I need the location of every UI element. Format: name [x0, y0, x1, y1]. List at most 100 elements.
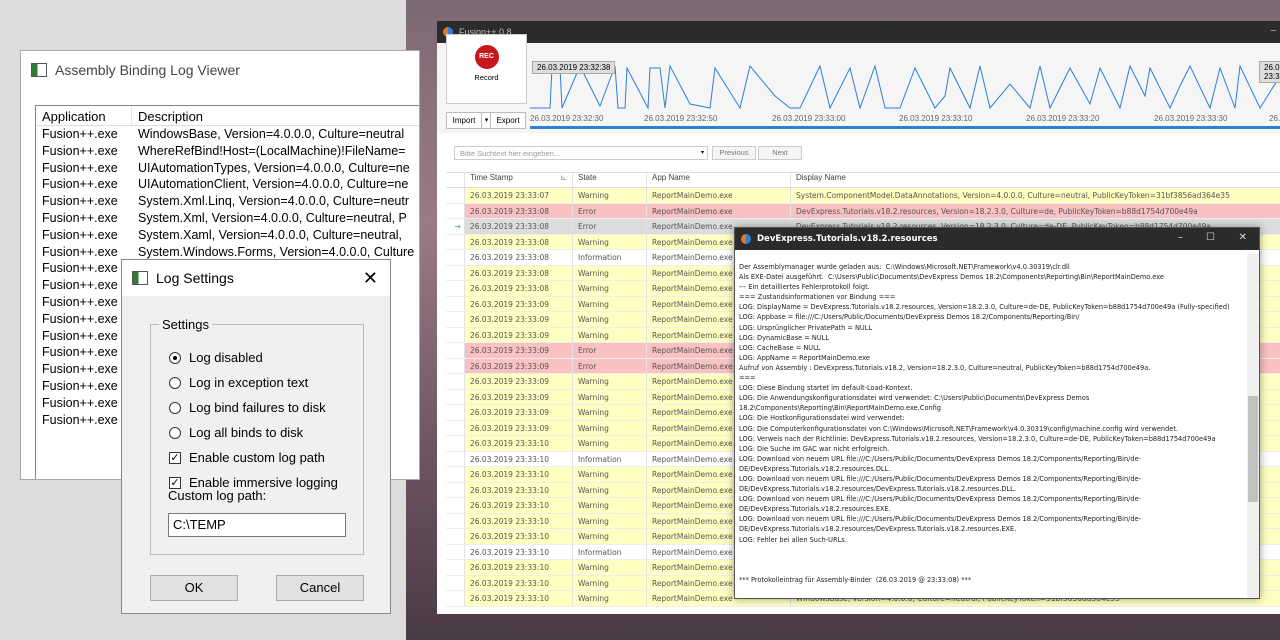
table-row[interactable]: 26.03.2019 23:33:07 Warning ReportMainDemo… [446, 188, 1280, 204]
timestamp-cell: 26.03.2019 23:33:10 [465, 591, 573, 606]
row-indicator [446, 312, 465, 327]
state-cell: Warning [573, 513, 647, 528]
table-row[interactable]: Fusion++.exe System.Xml, Version=4.0.0.0,… [36, 210, 419, 227]
row-indicator [446, 343, 465, 358]
table-row[interactable]: Fusion++.exe System.Xml.Linq, Version=4.0… [36, 193, 419, 210]
title-bar[interactable]: Log Settings [122, 260, 390, 296]
log-all-binds-radio[interactable]: Log all binds to disk [169, 425, 303, 440]
description-cell: System.Xml, Version=4.0.0.0, Culture=neu… [138, 210, 407, 225]
record-label: Record [474, 73, 499, 82]
current-row-arrow-icon: → [446, 219, 465, 234]
state-cell: Warning [573, 374, 647, 389]
detail-log-text[interactable]: Der Assemblymanager wurde geladen aus: C… [739, 262, 1237, 592]
timeline-chart[interactable] [530, 56, 1280, 122]
timeline-tick: 26. [1269, 114, 1280, 123]
title-bar[interactable]: Fusion++ 0.8– [437, 21, 1280, 43]
state-cell: Warning [573, 265, 647, 280]
timestamp-cell: 26.03.2019 23:33:09 [465, 358, 573, 373]
table-row[interactable]: Fusion++.exe WindowsBase, Version=4.0.0.0… [36, 126, 419, 143]
checkmark-icon: ✓ [169, 476, 181, 489]
app-cell: Fusion++.exe [42, 177, 118, 192]
table-row[interactable]: Fusion++.exe WhereRefBind!Host=(LocalMach… [36, 143, 419, 160]
row-indicator [446, 405, 465, 420]
import-label: Import [452, 116, 476, 125]
timeline-tick: 26.03.2019 23:32:50 [644, 114, 718, 123]
column-header-state[interactable]: State [573, 173, 647, 187]
display-name-cell: DevExpress.Tutorials.v18.2.resources, Ve… [791, 203, 1280, 218]
detail-title: DevExpress.Tutorials.v18.2.resources [757, 234, 938, 244]
scrollbar-thumb[interactable] [1248, 396, 1258, 502]
next-button[interactable]: Next [758, 146, 802, 160]
search-dropdown-icon[interactable]: ▾ [697, 146, 708, 160]
row-indicator [446, 451, 465, 466]
export-button[interactable]: Export [490, 112, 526, 129]
log-bind-failures-radio[interactable]: Log bind failures to disk [169, 400, 326, 415]
app-cell: Fusion++.exe [42, 362, 118, 377]
timestamp-cell: 26.03.2019 23:33:10 [465, 436, 573, 451]
maximize-icon[interactable]: ☐ [1206, 232, 1215, 243]
row-indicator [446, 529, 465, 544]
timestamp-cell: 26.03.2019 23:33:10 [465, 451, 573, 466]
close-icon[interactable]: ✕ [363, 268, 378, 289]
timestamp-cell: 26.03.2019 23:33:10 [465, 498, 573, 513]
app-icon [132, 271, 148, 285]
column-header-app-name[interactable]: App Name [647, 173, 791, 187]
table-row[interactable]: Fusion++.exe UIAutomationClient, Version=… [36, 176, 419, 193]
custom-log-path-input[interactable]: C:\TEMP [168, 513, 346, 537]
table-row[interactable]: 26.03.2019 23:33:08 Error ReportMainDemo.e… [446, 203, 1280, 219]
radio-selected-icon [169, 351, 181, 364]
row-indicator [446, 203, 465, 218]
app-cell: Fusion++.exe [42, 294, 118, 309]
record-button[interactable]: REC Record [446, 34, 527, 104]
app-cell: Fusion++.exe [42, 143, 118, 158]
row-indicator [446, 389, 465, 404]
timeline-progress-bar [530, 126, 1280, 129]
state-cell: Error [573, 203, 647, 218]
table-row[interactable]: Fusion++.exe System.Xaml, Version=4.0.0.0… [36, 227, 419, 244]
row-indicator [446, 544, 465, 559]
app-name-cell: ReportMainDemo.exe [647, 188, 791, 203]
minimize-icon[interactable]: – [1270, 25, 1276, 36]
column-header-timestamp[interactable]: Time Stamp ⊾ [465, 173, 573, 187]
row-indicator [446, 467, 465, 482]
log-settings-dialog: Log Settings ✕ Settings Log disabled Log… [121, 259, 391, 614]
close-icon[interactable]: ✕ [1239, 232, 1247, 243]
minimize-icon[interactable]: – [1178, 232, 1183, 243]
grid-header: Time Stamp ⊾ State App Name Display Name [446, 173, 1280, 188]
table-row[interactable]: Fusion++.exe System.Windows.Forms, Versio… [36, 244, 419, 261]
cancel-button[interactable]: Cancel [276, 575, 364, 601]
log-disabled-radio[interactable]: Log disabled [169, 350, 263, 365]
row-indicator [446, 498, 465, 513]
log-in-exception-text-radio[interactable]: Log in exception text [169, 375, 308, 390]
table-row[interactable]: Fusion++.exe UIAutomationTypes, Version=4… [36, 160, 419, 177]
state-cell: Information [573, 544, 647, 559]
previous-button[interactable]: Previous [712, 146, 756, 160]
enable-custom-log-path-checkbox[interactable]: ✓ Enable custom log path [169, 450, 325, 465]
column-header-display-name[interactable]: Display Name [791, 173, 1280, 187]
app-cell: Fusion++.exe [42, 412, 118, 427]
timestamp-cell: 26.03.2019 23:33:10 [465, 467, 573, 482]
row-indicator [446, 420, 465, 435]
column-header-application[interactable]: Application [36, 106, 132, 125]
timestamp-cell: 26.03.2019 23:33:10 [465, 529, 573, 544]
column-header-description[interactable]: Description [132, 106, 419, 125]
search-input[interactable]: Bitte Suchtext hier eingeben... [454, 146, 708, 160]
record-icon: REC [474, 45, 499, 69]
row-indicator [446, 560, 465, 575]
dialog-title: Log Settings [156, 270, 234, 286]
state-cell: Warning [573, 482, 647, 497]
row-indicator [446, 575, 465, 590]
description-cell: System.Windows.Forms, Version=4.0.0.0, C… [138, 244, 415, 259]
list-header: Application Description [36, 106, 419, 126]
radio-label: Log disabled [189, 350, 263, 365]
import-button[interactable]: Import [446, 112, 482, 129]
window-title: Assembly Binding Log Viewer [55, 62, 240, 78]
timestamp-cell: 26.03.2019 23:33:09 [465, 296, 573, 311]
timestamp-cell: 26.03.2019 23:33:10 [465, 560, 573, 575]
title-bar[interactable]: DevExpress.Tutorials.v18.2.resources – ☐… [735, 228, 1259, 250]
state-cell: Warning [573, 529, 647, 544]
state-cell: Warning [573, 467, 647, 482]
title-bar[interactable]: Assembly Binding Log Viewer [21, 51, 419, 89]
description-cell: WindowsBase, Version=4.0.0.0, Culture=ne… [138, 127, 405, 141]
ok-button[interactable]: OK [150, 575, 238, 601]
